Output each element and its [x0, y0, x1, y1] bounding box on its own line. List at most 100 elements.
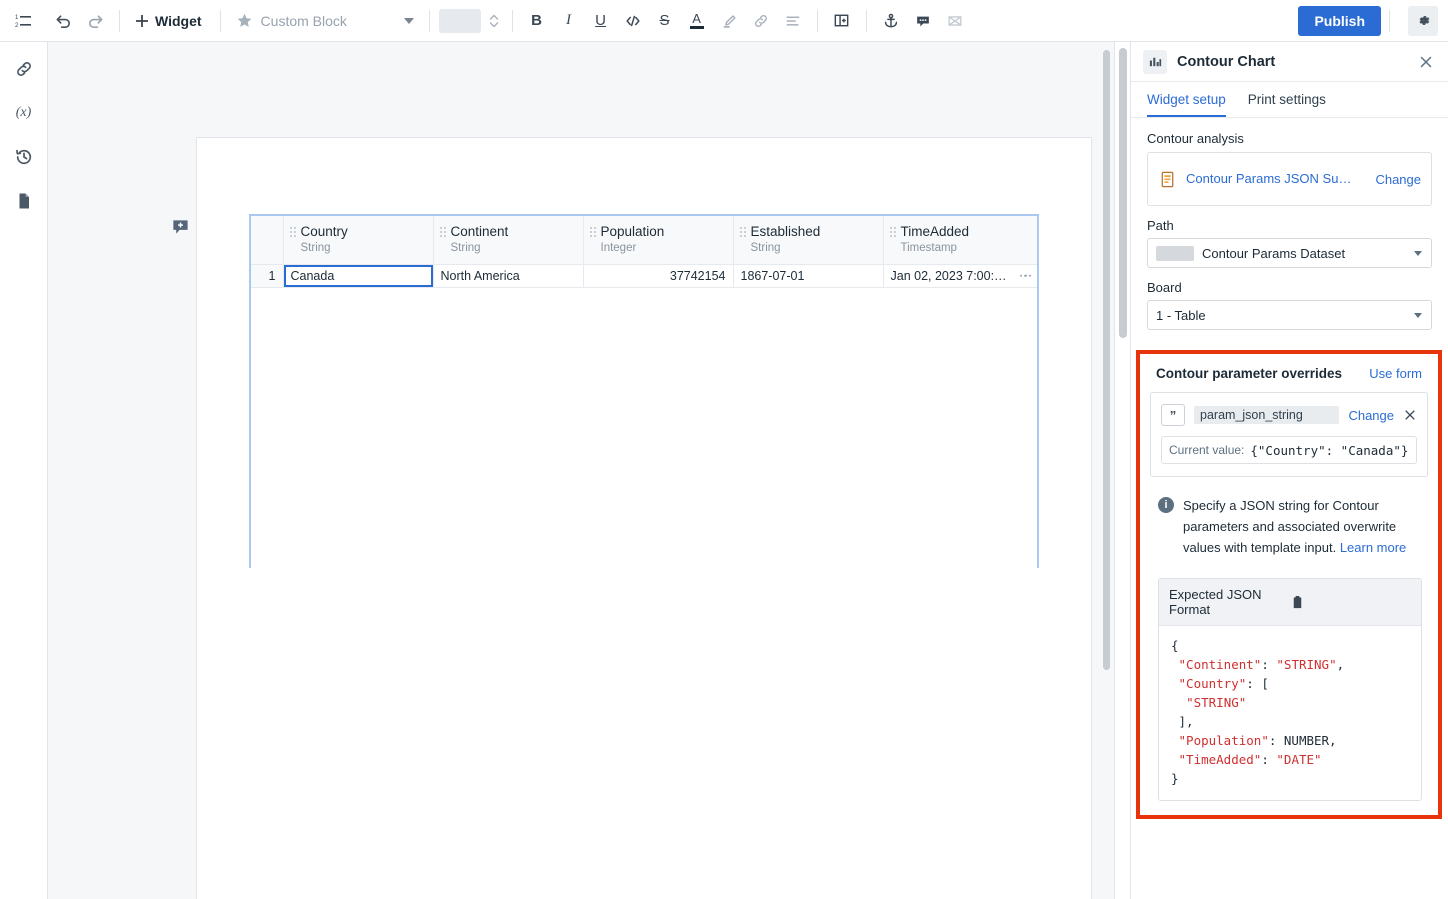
drag-handle-icon[interactable]	[589, 227, 596, 238]
link-icon[interactable]	[11, 56, 37, 82]
text-color-button[interactable]: A	[682, 6, 712, 36]
cell-continent[interactable]: North America	[433, 264, 584, 288]
italic-button[interactable]: I	[554, 6, 584, 36]
use-form-link[interactable]: Use form	[1369, 366, 1422, 381]
highlighter-icon[interactable]	[714, 6, 744, 36]
column-type: String	[450, 242, 481, 255]
comment-icon[interactable]	[908, 6, 938, 36]
add-comment-icon[interactable]	[171, 217, 189, 235]
learn-more-link[interactable]: Learn more	[1340, 540, 1406, 555]
table-body: 1 Canada North America 37742154 1867-07-…	[251, 264, 1037, 587]
column-header-established[interactable]: Established String	[733, 216, 884, 265]
resource-link[interactable]: Contour Params JSON Su…	[1186, 171, 1351, 186]
column-type: Integer	[600, 242, 637, 255]
canvas-scrollbar[interactable]	[1103, 50, 1110, 670]
info-icon: i	[1158, 497, 1174, 513]
overrides-title: Contour parameter overrides	[1156, 366, 1343, 381]
annotation-group	[876, 6, 970, 36]
widget-settings-panel: Contour Chart Widget setup Print setting…	[1130, 42, 1448, 899]
drag-handle-icon[interactable]	[889, 227, 896, 238]
panel-title: Contour Chart	[1177, 53, 1276, 70]
row-number: 1	[251, 264, 284, 288]
current-value-field[interactable]: Current value: {"Country": "Canada"}	[1161, 436, 1417, 464]
panel-header: Contour Chart	[1131, 42, 1448, 82]
chevron-down-icon[interactable]	[1414, 250, 1422, 256]
add-widget-button[interactable]: Widget	[129, 6, 211, 36]
underline-button[interactable]: U	[586, 6, 616, 36]
close-icon[interactable]	[1403, 408, 1417, 422]
document-page: Country String Continent String Populati…	[173, 137, 1092, 899]
anchor-icon[interactable]	[876, 6, 906, 36]
column-name: Established	[750, 224, 821, 240]
column-header-timeadded[interactable]: TimeAdded Timestamp	[883, 216, 1037, 265]
link-icon[interactable]	[746, 6, 776, 36]
ordered-list-icon[interactable]: 12	[9, 6, 39, 36]
divider	[428, 9, 430, 32]
text-color-label: A	[692, 10, 701, 26]
panel-scrollbar-track	[1114, 42, 1130, 899]
expected-json-body: { "Continent": "STRING", "Country": [ "S…	[1171, 638, 1345, 786]
left-rail: (x)	[0, 42, 48, 899]
change-param-link[interactable]: Change	[1348, 408, 1394, 423]
path-select[interactable]: Contour Params Dataset	[1147, 238, 1432, 268]
svg-text:2: 2	[15, 23, 19, 29]
divider	[511, 9, 513, 32]
column-header-population[interactable]: Population Integer	[583, 216, 734, 265]
cell-population[interactable]: 37742154	[583, 264, 734, 288]
table-row[interactable]: 1 Canada North America 37742154 1867-07-…	[251, 264, 1037, 288]
cell-established[interactable]: 1867-07-01	[733, 264, 884, 288]
code-icon[interactable]	[618, 6, 648, 36]
history-icon[interactable]	[11, 144, 37, 170]
row-number-header	[251, 216, 284, 265]
undo-icon[interactable]	[48, 6, 78, 36]
column-header-continent[interactable]: Continent String	[433, 216, 584, 265]
clipboard-icon[interactable]	[1290, 595, 1411, 610]
column-type: String	[300, 242, 331, 255]
chevron-down-icon[interactable]	[403, 17, 414, 24]
variable-icon[interactable]: (x)	[11, 100, 37, 126]
table-widget[interactable]: Country String Continent String Populati…	[249, 214, 1039, 587]
bold-button[interactable]: B	[522, 6, 552, 36]
strikethrough-button[interactable]: S	[650, 6, 680, 36]
tab-print-settings[interactable]: Print settings	[1248, 82, 1326, 117]
cell-country[interactable]: Canada	[283, 264, 434, 288]
publish-button[interactable]: Publish	[1298, 5, 1381, 36]
crossed-box-icon[interactable]	[940, 6, 970, 36]
top-toolbar: 12 Widget Custom Block B I U S A Publish	[0, 0, 1448, 42]
cell-timeadded[interactable]: Jan 02, 2023 7:00:…	[883, 264, 1037, 288]
font-size-stepper[interactable]	[485, 12, 503, 30]
table-header: Country String Continent String Populati…	[251, 216, 1037, 265]
ellipsis-icon[interactable]	[1019, 274, 1031, 277]
align-left-icon[interactable]	[778, 6, 808, 36]
history-group	[48, 6, 110, 36]
param-card: ” param_json_string Change Current value…	[1150, 392, 1428, 477]
column-header-country[interactable]: Country String	[283, 216, 434, 265]
document-icon[interactable]	[11, 188, 37, 214]
block-type-selector[interactable]: Custom Block	[230, 6, 420, 36]
close-icon[interactable]	[1418, 54, 1434, 70]
change-resource-link[interactable]: Change	[1375, 172, 1421, 187]
redo-icon[interactable]	[80, 6, 110, 36]
path-label: Path	[1147, 218, 1174, 233]
drag-handle-icon[interactable]	[739, 227, 746, 238]
column-type: String	[750, 242, 781, 255]
board-select[interactable]: 1 - Table	[1147, 300, 1432, 330]
panel-scrollbar-thumb[interactable]	[1119, 48, 1127, 338]
insert-panel-icon[interactable]	[827, 6, 857, 36]
toolbar-list-slot: 12	[0, 6, 48, 36]
document-icon	[1158, 170, 1177, 189]
document-canvas: Country String Continent String Populati…	[48, 42, 1114, 899]
column-name: Population	[600, 224, 665, 240]
gear-icon[interactable]	[1408, 5, 1438, 36]
drag-handle-icon[interactable]	[289, 227, 296, 238]
font-size-input[interactable]	[438, 8, 481, 33]
chevron-down-icon[interactable]	[1414, 312, 1422, 318]
drag-handle-icon[interactable]	[439, 227, 446, 238]
column-name: TimeAdded	[900, 224, 970, 240]
board-label: Board	[1147, 280, 1182, 295]
contour-analysis-resource[interactable]: Contour Params JSON Su… Change	[1147, 152, 1432, 206]
current-value-text: {"Country": "Canada"}	[1250, 442, 1409, 458]
text-color-swatch	[689, 25, 704, 29]
table-empty-space	[251, 287, 1037, 587]
tab-widget-setup[interactable]: Widget setup	[1147, 82, 1226, 117]
